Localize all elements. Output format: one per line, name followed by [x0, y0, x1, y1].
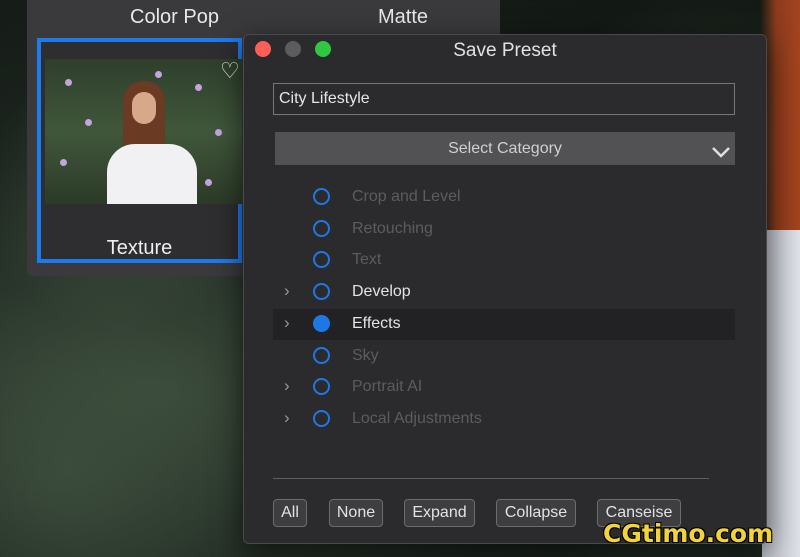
category-row[interactable]: Retouching [273, 214, 735, 245]
category-row[interactable]: › Local Adjustments [273, 404, 735, 435]
all-button[interactable]: All [273, 499, 307, 527]
category-row[interactable]: › Effects [273, 309, 735, 340]
disclosure-chevron-icon[interactable]: › [284, 377, 294, 395]
category-radio[interactable] [313, 378, 330, 395]
category-row[interactable]: Text [273, 245, 735, 276]
category-label: Develop [352, 283, 411, 300]
select-category-dropdown[interactable]: Select Category [275, 132, 735, 165]
save-preset-dialog: Save Preset Select Category Crop and Lev… [243, 34, 767, 544]
category-label: Crop and Level [352, 188, 461, 205]
category-radio[interactable] [313, 315, 330, 332]
category-label: Text [352, 251, 382, 268]
category-radio[interactable] [313, 220, 330, 237]
preset-card-label: Texture [106, 237, 173, 259]
category-row[interactable]: › Develop [273, 277, 735, 308]
background-shirt [762, 230, 800, 557]
disclosure-chevron-icon[interactable]: › [284, 314, 294, 332]
title-bar[interactable]: Save Preset [244, 35, 766, 65]
category-row[interactable]: Crop and Level [273, 182, 735, 213]
divider [273, 478, 709, 479]
category-radio[interactable] [313, 410, 330, 427]
category-label: Sky [352, 347, 379, 364]
heart-icon[interactable]: ♡ [220, 60, 240, 82]
category-radio[interactable] [313, 283, 330, 300]
category-radio[interactable] [313, 251, 330, 268]
dialog-title: Save Preset [453, 40, 557, 61]
none-button[interactable]: None [329, 499, 383, 527]
watermark: CGtimo.com [603, 519, 774, 548]
preset-label-color-pop[interactable]: Color Pop [130, 6, 219, 29]
disclosure-chevron-icon[interactable]: › [284, 282, 294, 300]
category-label: Retouching [352, 220, 433, 237]
preset-card-texture[interactable]: ♡ Texture [37, 38, 242, 263]
category-radio[interactable] [313, 347, 330, 364]
disclosure-chevron-icon[interactable]: › [284, 409, 294, 427]
category-label: Portrait AI [352, 378, 423, 395]
category-radio[interactable] [313, 188, 330, 205]
category-row[interactable]: › Portrait AI [273, 372, 735, 403]
collapse-button[interactable]: Collapse [496, 499, 576, 527]
chevron-down-icon[interactable] [711, 145, 731, 159]
preset-label-matte[interactable]: Matte [378, 6, 428, 29]
preset-name-field[interactable] [273, 83, 735, 115]
preset-thumbnail [45, 59, 242, 204]
expand-button[interactable]: Expand [404, 499, 475, 527]
category-row[interactable]: Sky [273, 341, 735, 372]
category-label: Effects [352, 315, 401, 332]
category-label: Local Adjustments [352, 410, 482, 427]
